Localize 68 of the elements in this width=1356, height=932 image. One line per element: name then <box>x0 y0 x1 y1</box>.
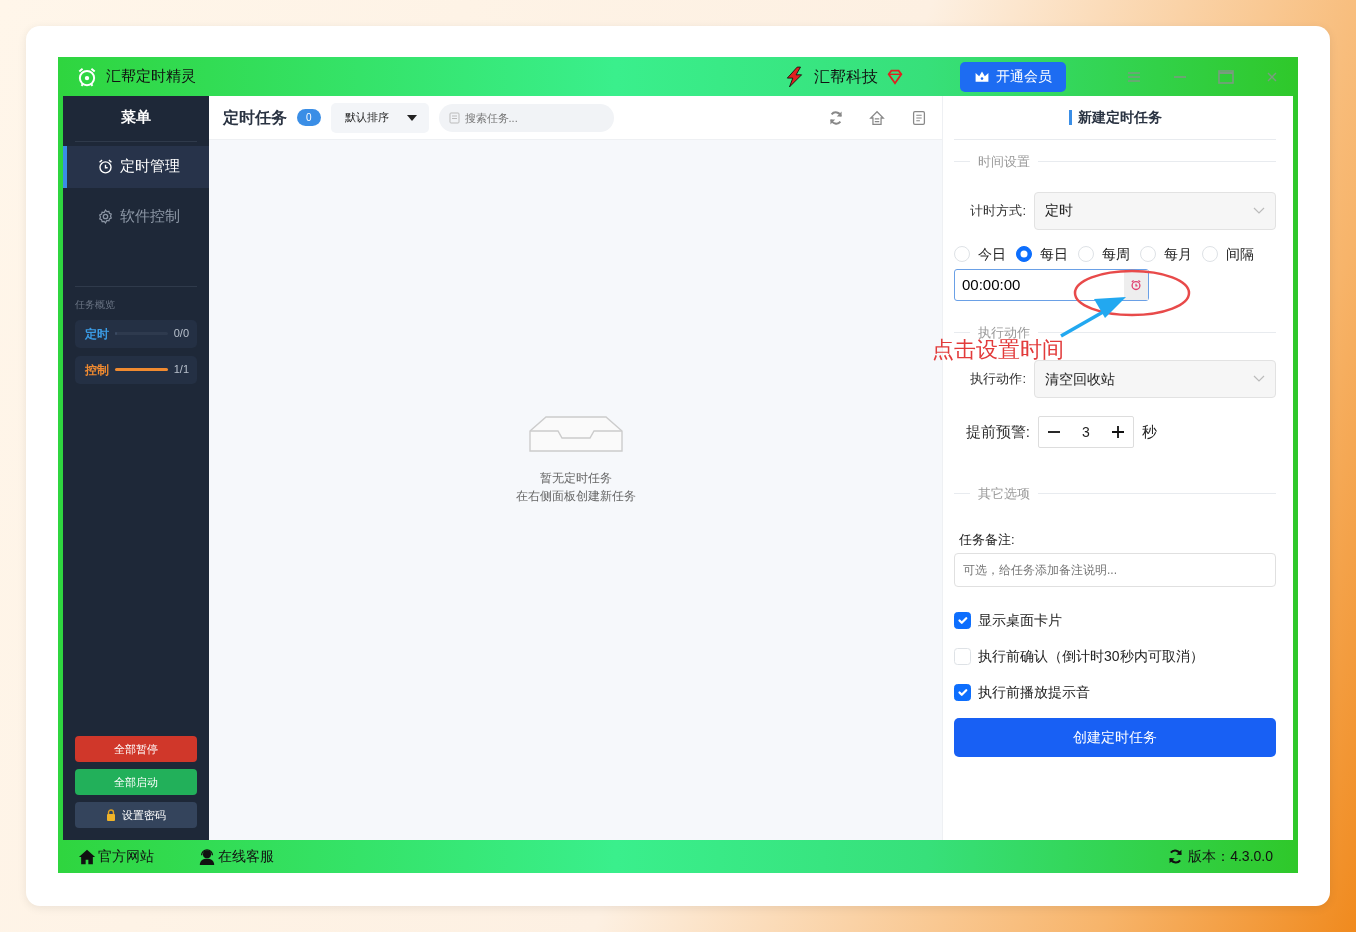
sidebar-button[interactable]: 全部暂停 <box>75 736 197 762</box>
refresh-icon[interactable] <box>828 109 844 126</box>
overview-title: 任务概览 <box>75 297 116 312</box>
search-field[interactable]: 搜索任务... <box>438 103 614 132</box>
number-stepper[interactable]: 3 <box>1038 416 1134 448</box>
radio-button[interactable] <box>1016 246 1032 262</box>
gear-icon <box>96 208 114 225</box>
home-icon <box>78 847 96 866</box>
arrow <box>1060 297 1126 338</box>
dropdown[interactable]: 清空回收站 <box>1034 360 1276 398</box>
radio-label: 间隔 <box>1226 244 1254 264</box>
house-icon[interactable] <box>868 108 886 127</box>
empty-tray-icon <box>527 415 624 453</box>
sidebar-item[interactable]: 定时管理 <box>63 145 209 188</box>
panel-title: 定时任务 <box>223 107 287 128</box>
brand-name: 汇帮科技 <box>814 66 878 87</box>
window-title: 汇帮定时精灵 <box>106 66 196 87</box>
alarm-clock-icon <box>76 65 98 88</box>
field-label: 计时方式: <box>969 201 1026 220</box>
gem-icon <box>886 67 904 86</box>
chevron-down-icon <box>1253 375 1265 383</box>
checkbox[interactable] <box>954 612 971 629</box>
sidebar-item[interactable]: 软件控制 <box>63 195 209 238</box>
section-title: 时间设置 <box>978 153 1030 171</box>
count-badge: 0 <box>297 109 321 126</box>
radio-label: 每月 <box>1164 244 1192 264</box>
form-title: 新建定时任务 <box>1068 110 1162 125</box>
checkbox-label: 执行前播放提示音 <box>978 683 1090 702</box>
radio-label: 今日 <box>978 244 1006 264</box>
field-label: 提前预警: <box>964 421 1030 442</box>
field-label: 执行动作: <box>969 370 1026 389</box>
checkbox[interactable] <box>954 684 971 701</box>
vip-button[interactable]: 开通会员 <box>960 61 1066 92</box>
empty-message: 暂无定时任务 <box>538 470 613 487</box>
sort-dropdown[interactable]: 默认排序 <box>330 102 429 133</box>
checkbox-label: 显示桌面卡片 <box>978 611 1062 630</box>
annotation-text: 点击设置时间 <box>932 339 1064 361</box>
version-label: 版本：4.3.0.0 <box>1188 847 1273 866</box>
caret-icon <box>406 114 417 121</box>
section-title: 执行动作 <box>978 323 1030 340</box>
create-task-button[interactable]: 创建定时任务 <box>954 718 1276 757</box>
checkbox-label: 执行前确认（倒计时30秒内可取消） <box>978 647 1204 666</box>
field-label: 任务备注: <box>959 530 1016 549</box>
stat-reading: 0/0 <box>173 326 189 342</box>
lightning-logo-icon <box>784 65 806 88</box>
note-field[interactable]: 可选，给任务添加备注说明... <box>954 553 1276 587</box>
search-icon <box>448 111 460 124</box>
plus-icon[interactable] <box>1111 425 1125 439</box>
chevron-down-icon <box>1253 206 1265 215</box>
lock-icon <box>106 809 116 821</box>
support-icon <box>198 847 216 866</box>
stat-label: 定时 <box>85 325 109 343</box>
dropdown[interactable]: 定时 <box>1034 191 1276 230</box>
sidebar-button[interactable]: 设置密码 <box>75 802 197 828</box>
footer-link[interactable]: 官方网站 <box>78 846 154 867</box>
stat-label: 控制 <box>85 361 109 379</box>
unit-label: 秒 <box>1142 421 1157 442</box>
refresh-icon <box>1167 848 1185 865</box>
document-icon[interactable] <box>910 108 928 127</box>
clock-icon <box>96 158 114 175</box>
footer-link[interactable]: 在线客服 <box>198 846 274 867</box>
empty-message: 在右侧面板创建新任务 <box>515 488 636 505</box>
alarm-clock-icon <box>1130 278 1142 291</box>
radio-label: 每日 <box>1040 244 1068 264</box>
sidebar-title: 菜单 <box>75 96 197 142</box>
radio-label: 每周 <box>1102 244 1130 264</box>
stat-reading: 1/1 <box>173 362 189 378</box>
section-title: 其它选项 <box>978 485 1030 503</box>
